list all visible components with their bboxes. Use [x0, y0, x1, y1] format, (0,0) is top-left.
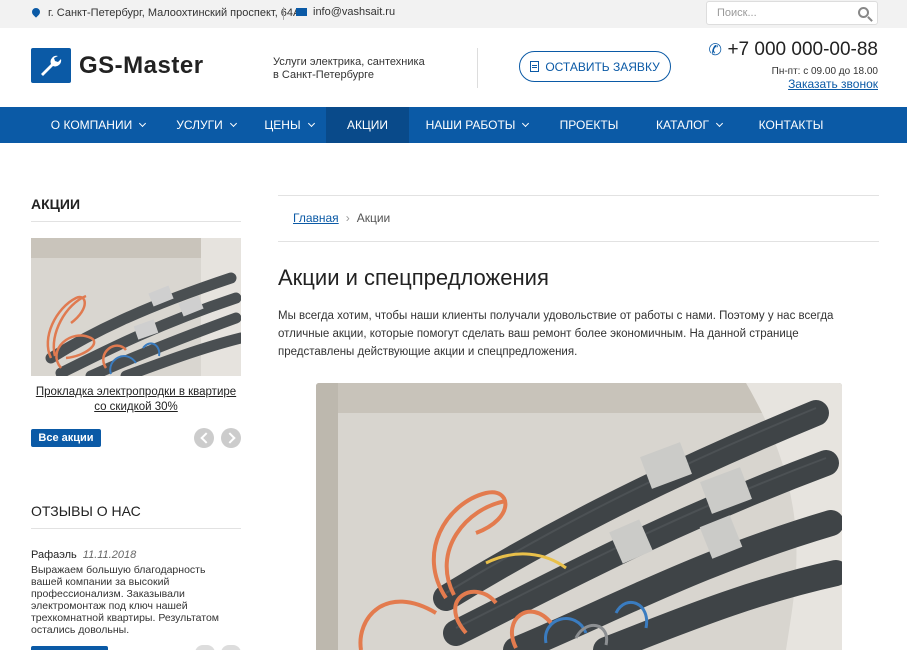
slogan-line: Услуги электрика, сантехника	[273, 56, 425, 68]
search-input[interactable]	[707, 2, 847, 24]
callback-link[interactable]: Заказать звонок	[788, 77, 878, 91]
envelope-icon	[296, 8, 307, 16]
nav-label: Цены	[264, 118, 301, 132]
chevron-down-icon	[229, 119, 237, 128]
promo-caption-link[interactable]: Прокладка электропродки в квартире со ск…	[31, 385, 241, 415]
nav-label: Проекты	[559, 118, 619, 132]
nav-item-works[interactable]: Наши работы	[409, 107, 545, 143]
phone-icon: ✆	[708, 41, 722, 59]
breadcrumb: Главная › Акции	[293, 211, 390, 225]
arrow-left-icon[interactable]	[195, 645, 215, 650]
all-promos-button[interactable]: Все акции	[31, 429, 101, 447]
breadcrumb-home-link[interactable]: Главная	[293, 211, 339, 225]
order-button[interactable]: ОСТАВИТЬ ЗАЯВКУ	[519, 51, 671, 82]
search-box	[706, 1, 878, 25]
top-bar: г. Санкт-Петербург, Малоохтинский проспе…	[0, 0, 907, 28]
document-icon	[530, 61, 540, 72]
wrench-icon	[31, 48, 71, 83]
breadcrumb-separator: ›	[345, 211, 350, 225]
logo[interactable]: GS-Master	[31, 48, 204, 83]
page-intro: Мы всегда хотим, чтобы наши клиенты полу…	[278, 310, 834, 358]
phone[interactable]: ✆ +7 000 000-00-88	[708, 39, 878, 61]
nav-item-services[interactable]: Услуги	[160, 107, 252, 143]
map-pin-icon	[30, 6, 42, 18]
arrow-right-icon[interactable]	[221, 645, 241, 650]
slogan: Услуги электрика, сантехника в Санкт-Пет…	[273, 56, 453, 82]
divider	[31, 221, 241, 222]
nav-label: Акции	[346, 118, 389, 132]
all-reviews-button[interactable]	[31, 646, 108, 650]
email[interactable]: info@vashsait.ru	[296, 6, 395, 18]
chevron-down-icon	[715, 119, 724, 128]
divider	[283, 7, 284, 20]
main-nav: О компании Услуги Цены Акции Наши работы…	[0, 107, 907, 143]
review-date: 11.11.2018	[82, 549, 137, 561]
review-text: Выражаем большую благодарность вашей ком…	[31, 564, 220, 636]
order-button-label: ОСТАВИТЬ ЗАЯВКУ	[545, 59, 660, 74]
work-hours: Пн-пт: с 09.00 до 18.00	[771, 66, 878, 77]
address: г. Санкт-Петербург, Малоохтинский проспе…	[30, 6, 301, 19]
divider	[278, 195, 879, 196]
address-text: г. Санкт-Петербург, Малоохтинский проспе…	[48, 7, 301, 19]
chevron-down-icon	[522, 119, 530, 128]
logo-name: GS-Master	[79, 51, 204, 79]
arrow-right-icon[interactable]	[221, 428, 241, 448]
nav-item-contacts[interactable]: Контакты	[745, 107, 837, 143]
search-icon[interactable]	[858, 7, 869, 18]
promos-heading: АКЦИИ	[31, 196, 81, 212]
phone-number[interactable]: +7 000 000-00-88	[727, 39, 878, 61]
nav-item-prices[interactable]: Цены	[252, 107, 326, 143]
divider	[278, 241, 879, 242]
email-link[interactable]: info@vashsait.ru	[313, 6, 395, 18]
review-author-name: Рафаэль	[31, 549, 77, 561]
arrow-left-icon[interactable]	[194, 428, 214, 448]
divider	[31, 528, 241, 529]
nav-label: О компании	[50, 118, 133, 132]
promo-main-image	[316, 383, 842, 650]
divider	[477, 48, 478, 88]
nav-item-about[interactable]: О компании	[36, 107, 160, 143]
review-author: Рафаэль 11.11.2018	[31, 549, 136, 561]
chevron-down-icon	[139, 119, 147, 128]
nav-label: Услуги	[176, 118, 223, 132]
slogan-line: в Санкт-Петербурге	[273, 69, 375, 81]
nav-item-promos[interactable]: Акции	[326, 107, 409, 143]
nav-label: Наши работы	[425, 118, 516, 132]
nav-label: Контакты	[758, 118, 824, 132]
nav-item-catalog[interactable]: Каталог	[633, 107, 745, 143]
promo-image[interactable]	[31, 238, 241, 376]
breadcrumb-current: Акции	[356, 211, 391, 225]
nav-label: Каталог	[656, 118, 709, 132]
nav-item-projects[interactable]: Проекты	[545, 107, 633, 143]
chevron-down-icon	[307, 119, 315, 128]
page-title: Акции и спецпредложения	[278, 265, 549, 290]
reviews-heading: ОТЗЫВЫ О НАС	[31, 503, 141, 519]
